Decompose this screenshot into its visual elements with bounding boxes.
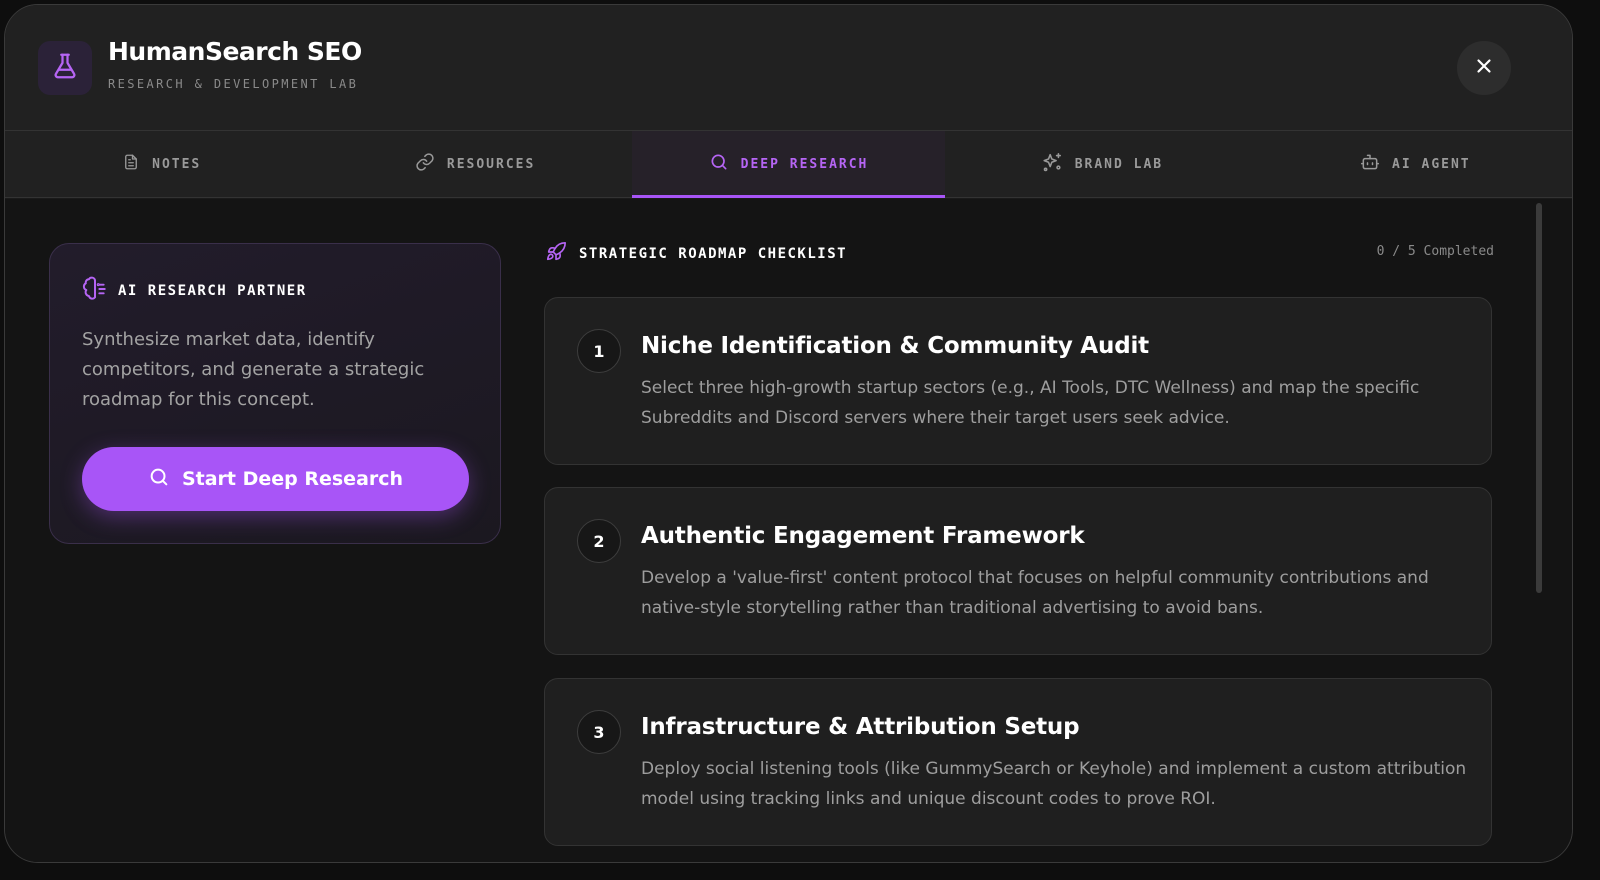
start-deep-research-button[interactable]: Start Deep Research [82,447,469,511]
tab-label: NOTES [152,156,202,172]
step-number: 1 [577,329,621,373]
flask-icon [50,51,80,85]
search-icon [148,466,170,492]
sparkles-icon [1041,151,1063,177]
scrollbar[interactable] [1536,203,1542,593]
roadmap-step[interactable]: 3 Infrastructure & Attribution Setup Dep… [544,678,1492,846]
partner-header: AI RESEARCH PARTNER [82,276,307,306]
tab-label: AI AGENT [1392,156,1471,172]
step-title: Infrastructure & Attribution Setup [641,714,1080,740]
research-lab-modal: HumanSearch SEO RESEARCH & DEVELOPMENT L… [4,4,1573,863]
step-title: Authentic Engagement Framework [641,523,1085,549]
document-icon [122,152,140,176]
bot-icon [1360,152,1380,176]
tab-brand-lab[interactable]: BRAND LAB [945,131,1258,197]
ai-research-partner-card: AI RESEARCH PARTNER Synthesize market da… [49,243,501,544]
step-title: Niche Identification & Community Audit [641,333,1149,359]
search-icon [709,152,729,176]
modal-header: HumanSearch SEO RESEARCH & DEVELOPMENT L… [5,5,1572,131]
roadmap-header: STRATEGIC ROADMAP CHECKLIST [545,241,847,267]
rocket-icon [545,241,567,267]
tab-label: DEEP RESEARCH [740,156,869,172]
roadmap-step[interactable]: 1 Niche Identification & Community Audit… [544,297,1492,465]
step-description: Develop a 'value-first' content protocol… [641,568,1429,618]
close-button[interactable] [1457,41,1511,95]
start-button-label: Start Deep Research [181,468,404,490]
partner-title: AI RESEARCH PARTNER [118,283,307,299]
roadmap-title: STRATEGIC ROADMAP CHECKLIST [579,246,848,262]
partner-description: Synthesize market data, identify competi… [82,329,425,410]
step-number: 3 [577,710,621,754]
app-subtitle: RESEARCH & DEVELOPMENT LAB [108,77,359,91]
deep-research-panel: AI RESEARCH PARTNER Synthesize market da… [5,199,1572,862]
step-number: 2 [577,519,621,563]
brain-icon [82,276,108,306]
roadmap-step[interactable]: 2 Authentic Engagement Framework Develop… [544,487,1492,655]
tab-label: BRAND LAB [1074,156,1164,172]
tab-ai-agent[interactable]: AI AGENT [1259,131,1572,197]
tab-label: RESOURCES [446,156,536,172]
step-description: Select three high-growth startup sectors… [641,378,1420,428]
close-icon [1473,55,1495,81]
tab-deep-research[interactable]: DEEP RESEARCH [631,131,946,198]
tab-resources[interactable]: RESOURCES [318,131,631,197]
step-description: Deploy social listening tools (like Gumm… [641,759,1467,809]
tab-bar: NOTES RESOURCES DEEP RESEARCH BRAND LAB … [5,131,1572,198]
link-icon [415,152,435,176]
tab-notes[interactable]: NOTES [5,131,318,197]
app-title: HumanSearch SEO [108,37,362,66]
app-logo [38,41,92,95]
roadmap-progress: 0 / 5 Completed [1376,244,1494,259]
